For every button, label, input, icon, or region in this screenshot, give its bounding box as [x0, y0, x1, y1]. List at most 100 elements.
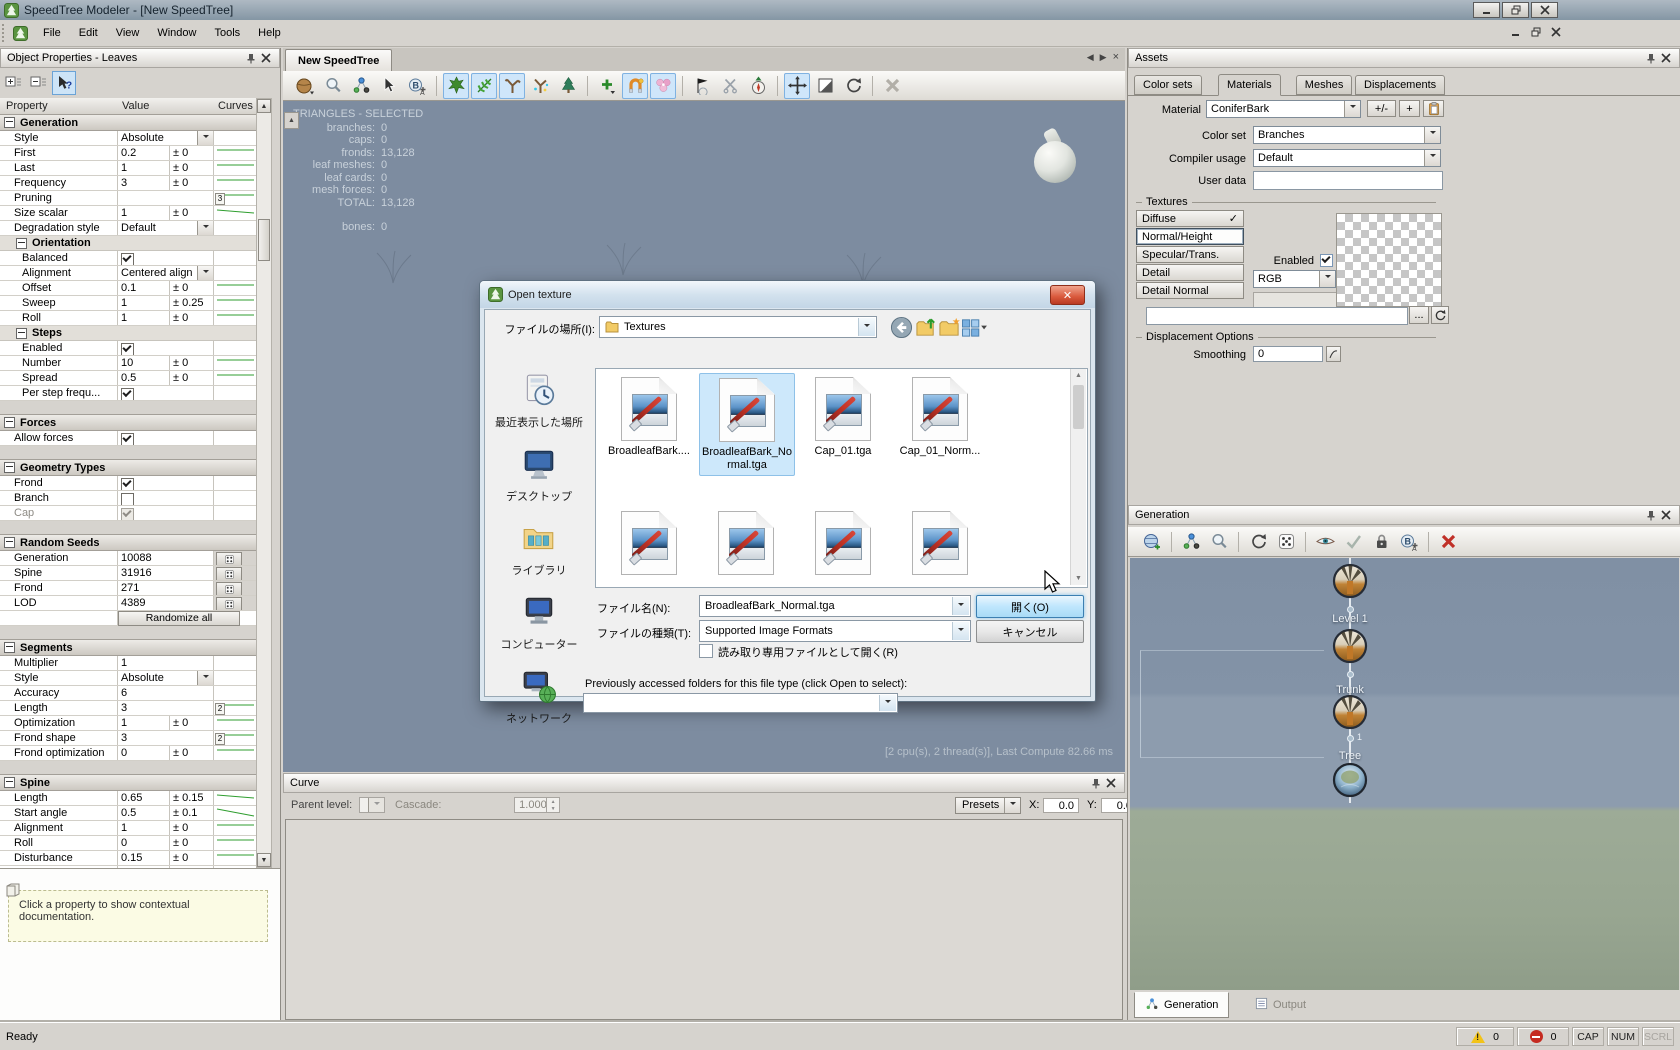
compiler-usage-dropdown[interactable]: Default	[1253, 149, 1441, 167]
randomize-all-button[interactable]: Randomize all	[118, 611, 240, 626]
tab-scroll-left-icon[interactable]: ◀	[1087, 52, 1094, 63]
readonly-row[interactable]: 読み取り専用ファイルとして開く(R)	[699, 644, 898, 660]
new-folder-button[interactable]	[937, 315, 961, 339]
material-dropdown[interactable]: ConiferBark	[1206, 100, 1361, 118]
presets-dropdown[interactable]: Presets	[955, 797, 1021, 814]
lightbulb-model[interactable]	[1032, 131, 1078, 193]
close-button[interactable]	[1531, 2, 1558, 18]
delete-gray-icon[interactable]	[879, 73, 905, 99]
checkbox[interactable]	[121, 433, 134, 445]
generation-node-graph[interactable]: Level 1 Trunk 1 Tree	[1130, 558, 1679, 990]
property-row[interactable]: Multiplier1	[0, 656, 256, 671]
dropdown-button[interactable]	[197, 671, 213, 685]
close-icon[interactable]	[1658, 51, 1673, 66]
context-help-icon[interactable]: ?	[52, 71, 76, 95]
property-row[interactable]: Alignment1± 0	[0, 821, 256, 836]
material-add-remove-button[interactable]: +/-	[1367, 100, 1396, 117]
cascade-spinner[interactable]: 1.000 ▲▼	[514, 797, 560, 813]
filename-combo[interactable]: BroadleafBark_Normal.tga	[699, 595, 971, 617]
property-row[interactable]: Roll1± 0	[0, 311, 256, 326]
tab-output[interactable]: Output	[1245, 992, 1316, 1018]
flag-icon[interactable]	[689, 73, 715, 99]
smoothing-curve-button[interactable]	[1326, 346, 1341, 362]
menu-help[interactable]: Help	[249, 23, 290, 43]
dropdown-button[interactable]	[197, 221, 213, 235]
scrollbar-thumb[interactable]	[258, 219, 270, 261]
material-paste-button[interactable]	[1423, 100, 1444, 117]
property-section[interactable]: Random Seeds	[0, 534, 256, 551]
property-row[interactable]: Sweep1± 0.25	[0, 296, 256, 311]
previous-folders-dropdown[interactable]	[583, 693, 898, 713]
menu-window[interactable]: Window	[148, 23, 205, 43]
tree-icon[interactable]	[555, 73, 581, 99]
channel-dropdown[interactable]: RGB	[1253, 270, 1336, 288]
file-list-scrollbar[interactable]: ▲ ▼	[1070, 369, 1086, 585]
file-item[interactable]: BroadleafBark_Normal.tga	[699, 373, 795, 476]
property-row[interactable]: Accuracy6	[0, 686, 256, 701]
expand-all-icon[interactable]	[2, 72, 24, 94]
checkbox[interactable]	[121, 343, 134, 355]
rotate-icon[interactable]	[840, 73, 866, 99]
property-row[interactable]: Last1± 0	[0, 161, 256, 176]
property-row[interactable]: Spine31916	[0, 566, 256, 581]
property-row[interactable]: Balanced	[0, 251, 256, 266]
pin-icon[interactable]	[1643, 51, 1658, 66]
eye-icon[interactable]	[1312, 529, 1338, 555]
file-item[interactable]	[699, 507, 793, 575]
place-computer[interactable]: コンピューター	[489, 594, 589, 652]
property-row[interactable]: Start angle0.5± 0.1	[0, 806, 256, 821]
place-network[interactable]: ネットワーク	[489, 668, 589, 726]
tab-displacements[interactable]: Displacements	[1355, 75, 1445, 95]
browse-button[interactable]: ...	[1409, 306, 1429, 324]
checkbox[interactable]	[121, 478, 134, 490]
move-icon[interactable]	[784, 73, 810, 99]
texture-slot-diffuse[interactable]: Diffuse✓	[1136, 210, 1244, 227]
texture-slot-normal-height[interactable]: Normal/Height	[1136, 228, 1244, 245]
pin-icon[interactable]	[1643, 508, 1658, 523]
magnifier-icon[interactable]	[320, 73, 346, 99]
property-row[interactable]: Size scalar1± 0	[0, 206, 256, 221]
node-level2[interactable]	[1332, 563, 1368, 599]
property-row[interactable]: Frond optimization0± 0	[0, 746, 256, 761]
checkbox[interactable]	[121, 253, 134, 265]
dropdown-button[interactable]	[197, 266, 213, 280]
property-row[interactable]: Degradation styleDefault	[0, 221, 256, 236]
menu-file[interactable]: File	[34, 23, 70, 43]
property-row[interactable]: Length0.65± 0.15	[0, 791, 256, 806]
views-button[interactable]	[959, 315, 989, 339]
property-row[interactable]: Allow forces	[0, 431, 256, 446]
property-row[interactable]: Per step frequ...	[0, 386, 256, 401]
pin-icon[interactable]	[243, 51, 258, 66]
property-row[interactable]: Frond	[0, 476, 256, 491]
mdi-restore-button[interactable]	[1528, 24, 1544, 40]
flowers-icon[interactable]	[650, 73, 676, 99]
file-item[interactable]	[602, 507, 696, 575]
property-row[interactable]: LOD4389	[0, 596, 256, 611]
texture-slot-detail-normal[interactable]: Detail Normal	[1136, 282, 1244, 299]
warning-counter[interactable]: 0	[1456, 1027, 1514, 1046]
randomize-seed-button[interactable]	[216, 567, 242, 580]
smoothing-field[interactable]: 0	[1253, 346, 1323, 362]
property-row[interactable]: Frond shape32	[0, 731, 256, 746]
menu-view[interactable]: View	[107, 23, 149, 43]
up-folder-button[interactable]	[914, 315, 938, 339]
property-row[interactable]: Optimization1± 0	[0, 716, 256, 731]
texture-slot-specular-trans-[interactable]: Specular/Trans.	[1136, 246, 1244, 263]
file-item[interactable]: Cap_01.tga	[796, 373, 890, 461]
branch-icon[interactable]	[499, 73, 525, 99]
file-item[interactable]	[796, 507, 890, 575]
property-row[interactable]: Offset0.1± 0	[0, 281, 256, 296]
pin-icon[interactable]	[1088, 776, 1103, 791]
curve-edit-area[interactable]	[285, 819, 1123, 1020]
property-row[interactable]: StyleAbsolute	[0, 671, 256, 686]
property-section[interactable]: Generation	[0, 114, 256, 131]
randomize-seed-button[interactable]	[216, 552, 242, 565]
tab-color-sets[interactable]: Color sets	[1134, 75, 1202, 95]
sphere-add-icon[interactable]	[1139, 529, 1165, 555]
property-section[interactable]: Forces	[0, 414, 256, 431]
delete-red-icon[interactable]	[1435, 529, 1461, 555]
close-icon[interactable]	[1103, 776, 1118, 791]
magnet-icon[interactable]	[622, 73, 648, 99]
tab-scroll-right-icon[interactable]: ▶	[1100, 52, 1107, 63]
property-scrollbar[interactable]: ▲ ▼	[256, 98, 272, 868]
